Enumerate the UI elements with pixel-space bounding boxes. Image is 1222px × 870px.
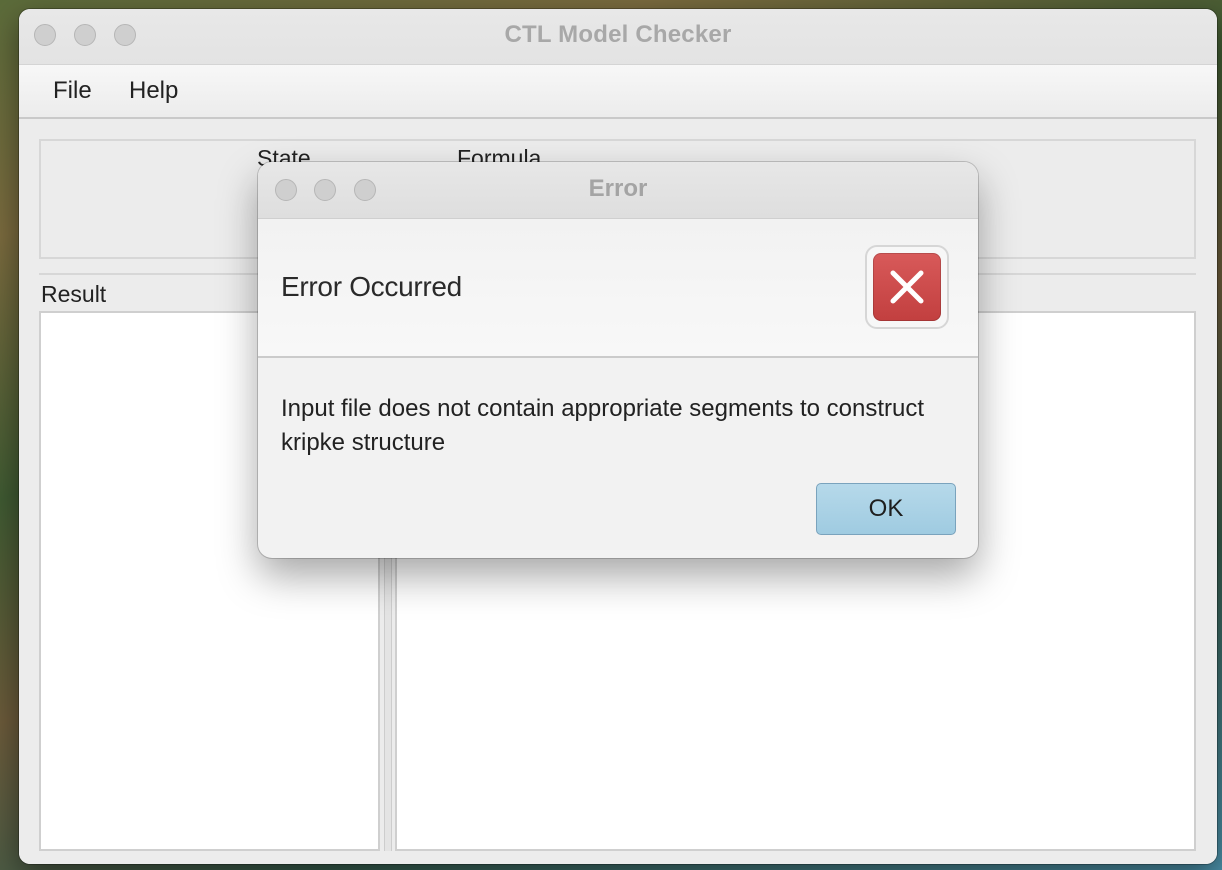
window-title: CTL Model Checker	[504, 21, 732, 48]
dialog-title: Error	[588, 175, 648, 202]
menu-help[interactable]: Help	[129, 77, 178, 105]
error-icon-frame	[865, 245, 949, 329]
dialog-header: Error Occurred	[258, 219, 978, 358]
dialog-titlebar[interactable]: Error	[258, 162, 978, 219]
menu-file[interactable]: File	[53, 77, 92, 105]
error-x-icon	[873, 253, 941, 321]
ok-button[interactable]: OK	[816, 483, 956, 535]
dialog-heading: Error Occurred	[281, 271, 462, 302]
result-label: Result	[41, 281, 107, 307]
menu-bar: File Help	[19, 65, 1217, 119]
dialog-message: Input file does not contain appropriate …	[281, 395, 925, 456]
window-titlebar[interactable]: CTL Model Checker	[19, 9, 1217, 65]
error-dialog: Error Error Occurred Input file does not…	[258, 162, 978, 558]
